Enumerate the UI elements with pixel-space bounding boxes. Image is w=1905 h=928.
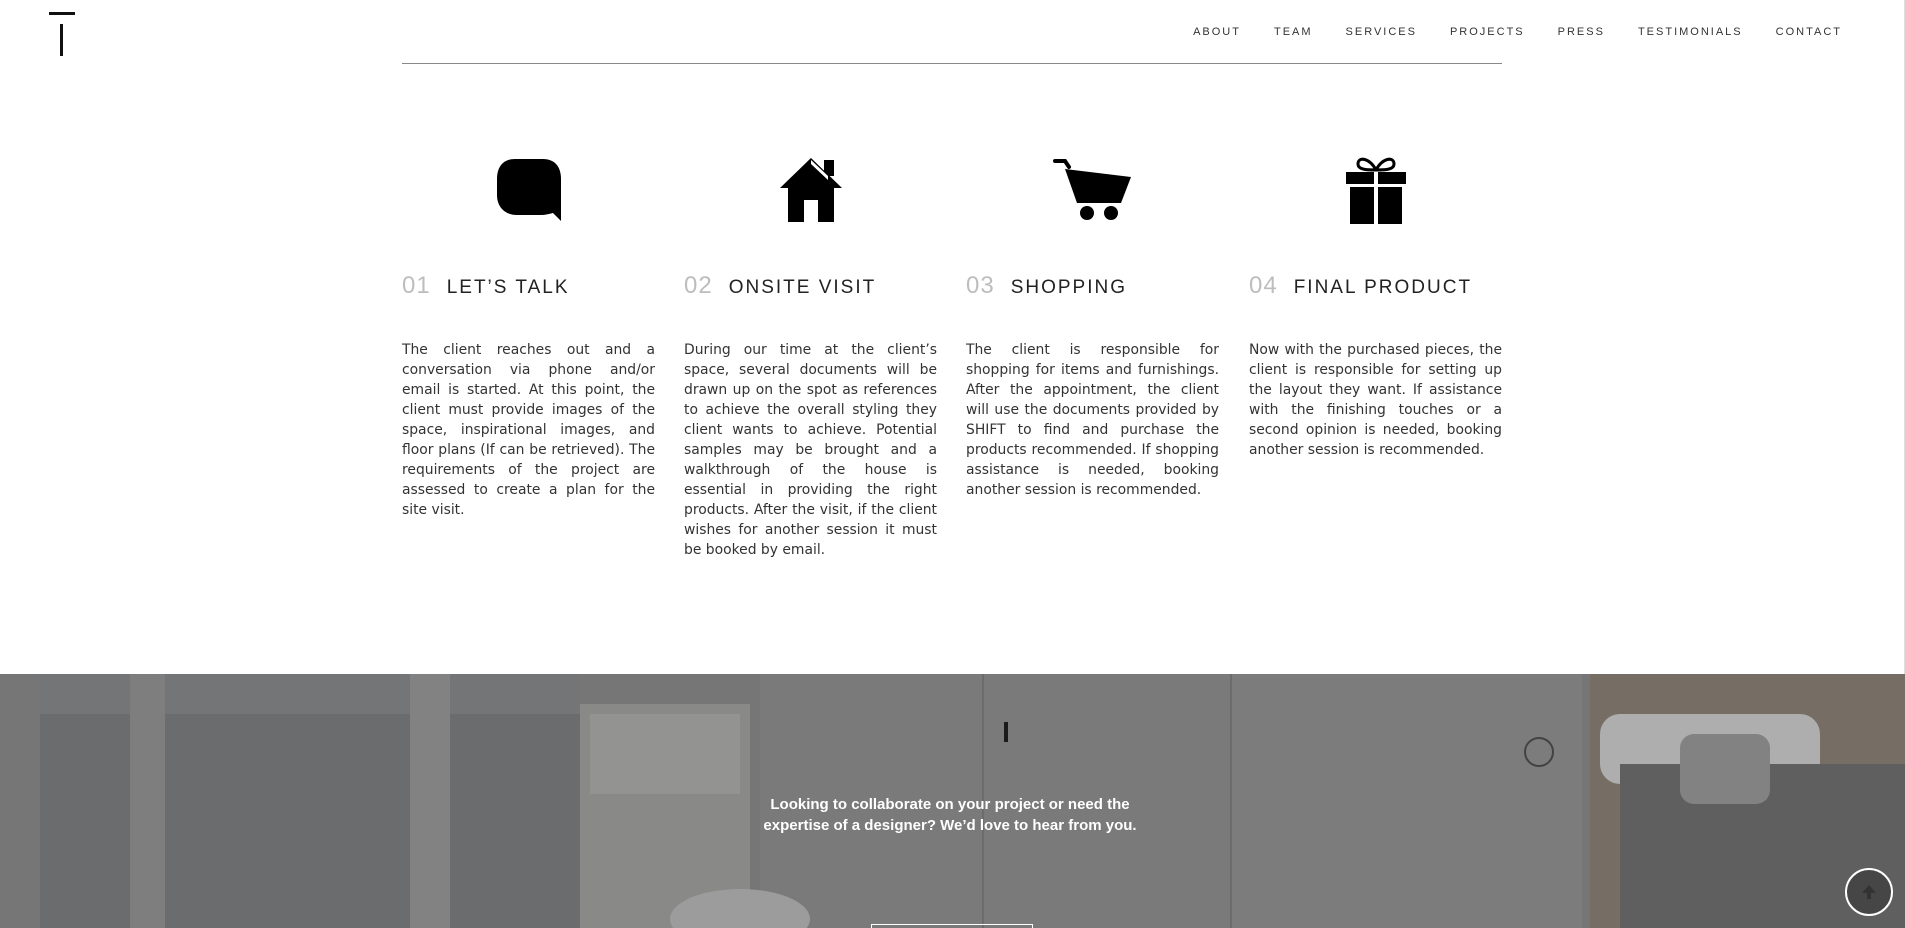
nav-team[interactable]: TEAM [1274, 26, 1313, 38]
scroll-to-top-button[interactable] [1845, 868, 1893, 916]
page: ABOUT TEAM SERVICES PROJECTS PRESS TESTI… [0, 0, 1905, 928]
step-title: FINAL PRODUCT [1293, 277, 1473, 298]
nav-testimonials[interactable]: TESTIMONIALS [1638, 26, 1743, 38]
banner-text: Looking to collaborate on your project o… [763, 796, 1137, 834]
step-final-product: 04 FINAL PRODUCT Now with the purchased … [1249, 150, 1502, 460]
step-number: 04 [1249, 272, 1278, 299]
header-divider [402, 63, 1502, 64]
step-lets-talk: 01 LET’S TALK The client reaches out and… [402, 150, 655, 520]
arrow-up-icon [1862, 885, 1876, 899]
contact-button[interactable] [871, 924, 1033, 928]
step-description: The client is responsible for shopping f… [966, 342, 1219, 498]
nav-services[interactable]: SERVICES [1346, 26, 1417, 38]
step-number: 02 [684, 272, 713, 299]
nav-projects[interactable]: PROJECTS [1450, 26, 1525, 38]
main-nav: ABOUT TEAM SERVICES PROJECTS PRESS TESTI… [1193, 26, 1842, 38]
house-icon [684, 150, 937, 230]
process-steps: 01 LET’S TALK The client reaches out and… [402, 150, 1503, 558]
step-description: During our time at the client’s space, s… [684, 342, 937, 558]
step-description: The client reaches out and a conversatio… [402, 342, 655, 518]
step-title: ONSITE VISIT [728, 277, 877, 298]
site-logo[interactable] [48, 12, 76, 58]
shopping-cart-icon [966, 150, 1219, 230]
nav-contact[interactable]: CONTACT [1776, 26, 1842, 38]
step-title: LET’S TALK [446, 277, 570, 298]
step-onsite-visit: 02 ONSITE VISIT During our time at the c… [684, 150, 937, 560]
step-number: 01 [402, 272, 431, 299]
step-title: SHOPPING [1010, 277, 1128, 298]
logo-stem [60, 24, 63, 56]
step-shopping: 03 SHOPPING The client is responsible fo… [966, 150, 1219, 500]
contact-banner: Looking to collaborate on your project o… [0, 674, 1905, 928]
gift-icon [1249, 150, 1502, 230]
logo-bar [49, 12, 75, 15]
step-number: 03 [966, 272, 995, 299]
nav-about[interactable]: ABOUT [1193, 26, 1241, 38]
step-description: Now with the purchased pieces, the clien… [1249, 342, 1502, 458]
nav-press[interactable]: PRESS [1558, 26, 1605, 38]
speech-bubble-icon [402, 150, 655, 230]
